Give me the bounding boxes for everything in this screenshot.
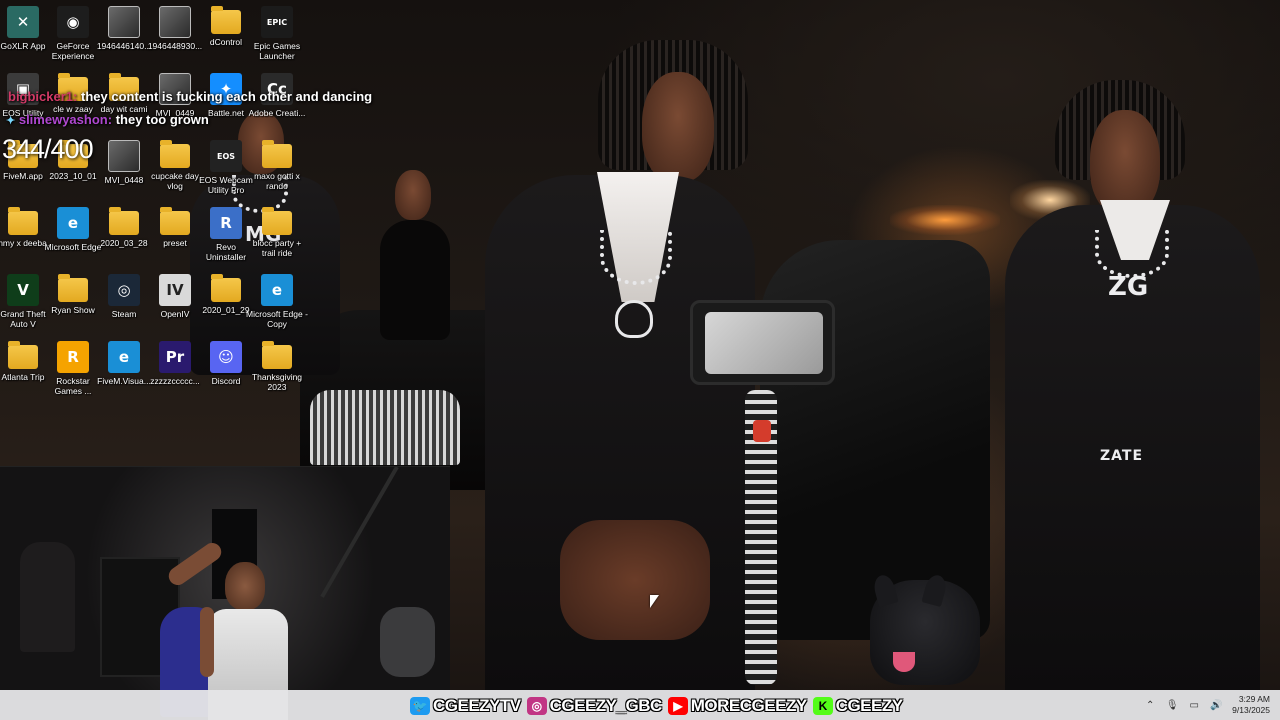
desktop-icon-label: Adobe Creati... xyxy=(248,108,306,118)
edge-icon: e xyxy=(57,207,89,239)
folder-icon xyxy=(58,274,88,302)
folder-icon xyxy=(262,140,292,168)
desktop-icon[interactable]: Cc Adobe Creati... xyxy=(247,73,307,139)
mouse-cursor-icon xyxy=(650,595,659,608)
desktop-icon-label: Epic Games Launcher xyxy=(253,41,301,61)
eos-webcam-icon: EOS xyxy=(210,140,242,172)
desktop-icon[interactable]: e Microsoft Edge - Copy xyxy=(246,274,308,340)
gta-icon: V xyxy=(7,274,39,306)
revo-icon: R xyxy=(210,207,242,239)
discord-icon: ☺ xyxy=(210,341,242,373)
social-handle-text: MORECGEEZY xyxy=(690,695,807,715)
desktop-icon-label: Microsoft Edge - Copy xyxy=(246,309,308,329)
desktop-icon[interactable]: maxo gotti x rando xyxy=(247,140,307,206)
folder-icon xyxy=(8,341,38,369)
desktop-icon-label: maxo gotti x rando xyxy=(254,171,300,191)
folder-icon xyxy=(160,140,190,168)
desktop-icon[interactable]: blocc party + trail ride xyxy=(247,207,307,273)
youtube-icon: ▶ xyxy=(667,696,688,715)
instagram-icon: ◎ xyxy=(526,696,547,715)
folder-icon xyxy=(109,207,139,235)
social-handle: ◎ CGEEZY_GBC xyxy=(526,695,663,716)
epic-games-icon: EPIC xyxy=(261,6,293,38)
socials-banner: 🐦 CGEEZYTV ◎ CGEEZY_GBC ▶ MORECGEEZY K CGEEZY xyxy=(410,693,903,718)
chat-dot-icon: ✦ xyxy=(6,115,16,127)
premiere-project-icon: Pr xyxy=(159,341,191,373)
rockstar-icon: R xyxy=(57,341,89,373)
folder-icon xyxy=(262,207,292,235)
social-handle: ▶ MORECGEEZY xyxy=(667,695,807,716)
edge-icon: e xyxy=(261,274,293,306)
chat-text: they content is fucking each other and d… xyxy=(81,89,373,104)
goal-counter: 344/400 xyxy=(2,134,94,164)
network-icon[interactable]: ▭ xyxy=(1188,699,1200,711)
image-file-icon xyxy=(159,6,191,38)
social-handle-text: CGEEZYTV xyxy=(433,695,521,715)
image-file-icon xyxy=(108,6,140,38)
goxlr-icon: ✕ xyxy=(7,6,39,38)
volume-icon[interactable]: 🔊 xyxy=(1210,699,1222,711)
social-handle: K CGEEZY xyxy=(812,695,903,716)
twitter-icon: 🐦 xyxy=(410,696,430,715)
chat-message: ✦ slimewyashon: they too grown xyxy=(6,112,209,127)
edge-icon: e xyxy=(108,341,140,373)
geforce-icon: ◉ xyxy=(57,6,89,38)
taskbar-clock[interactable]: 3:29 AM 9/13/2025 xyxy=(1232,694,1270,716)
chat-username: bigbicker1 xyxy=(8,89,74,104)
social-handle-text: CGEEZY_GBC xyxy=(549,695,663,715)
chat-message: bigbicker1: they content is fucking each… xyxy=(8,89,373,104)
wallpaper-chain-right: ZG xyxy=(1108,272,1149,302)
folder-icon xyxy=(211,274,241,302)
kick-icon: K xyxy=(812,696,833,715)
folder-icon xyxy=(8,207,38,235)
clock-date: 9/13/2025 xyxy=(1232,705,1270,715)
folder-icon xyxy=(211,6,241,34)
desktop-icon-label: Thanksgiving 2023 xyxy=(251,372,303,392)
clock-time: 3:29 AM xyxy=(1238,694,1270,704)
desktop-icon[interactable]: Thanksgiving 2023 xyxy=(247,341,307,407)
folder-icon xyxy=(160,207,190,235)
folder-icon xyxy=(262,341,292,369)
social-handle-text: CGEEZY xyxy=(835,695,903,715)
system-tray: ⌃ 🎙 ▭ 🔊 3:29 AM 9/13/2025 xyxy=(1144,690,1280,720)
openiv-icon: IV xyxy=(159,274,191,306)
webcam-overlay xyxy=(0,466,450,720)
steam-icon: ◎ xyxy=(108,274,140,306)
chevron-up-icon[interactable]: ⌃ xyxy=(1144,699,1156,711)
chat-text: they too grown xyxy=(115,112,209,127)
wallpaper-belt: ZATE xyxy=(1100,448,1144,464)
social-handle: 🐦 CGEEZYTV xyxy=(410,696,521,716)
chat-username: slimewyashon xyxy=(18,112,108,127)
desktop-icon[interactable]: EPIC Epic Games Launcher xyxy=(247,6,307,72)
microphone-icon[interactable]: 🎙 xyxy=(1166,699,1179,711)
video-file-icon xyxy=(108,140,140,172)
desktop-icon-label: blocc party + trail ride xyxy=(252,238,302,258)
